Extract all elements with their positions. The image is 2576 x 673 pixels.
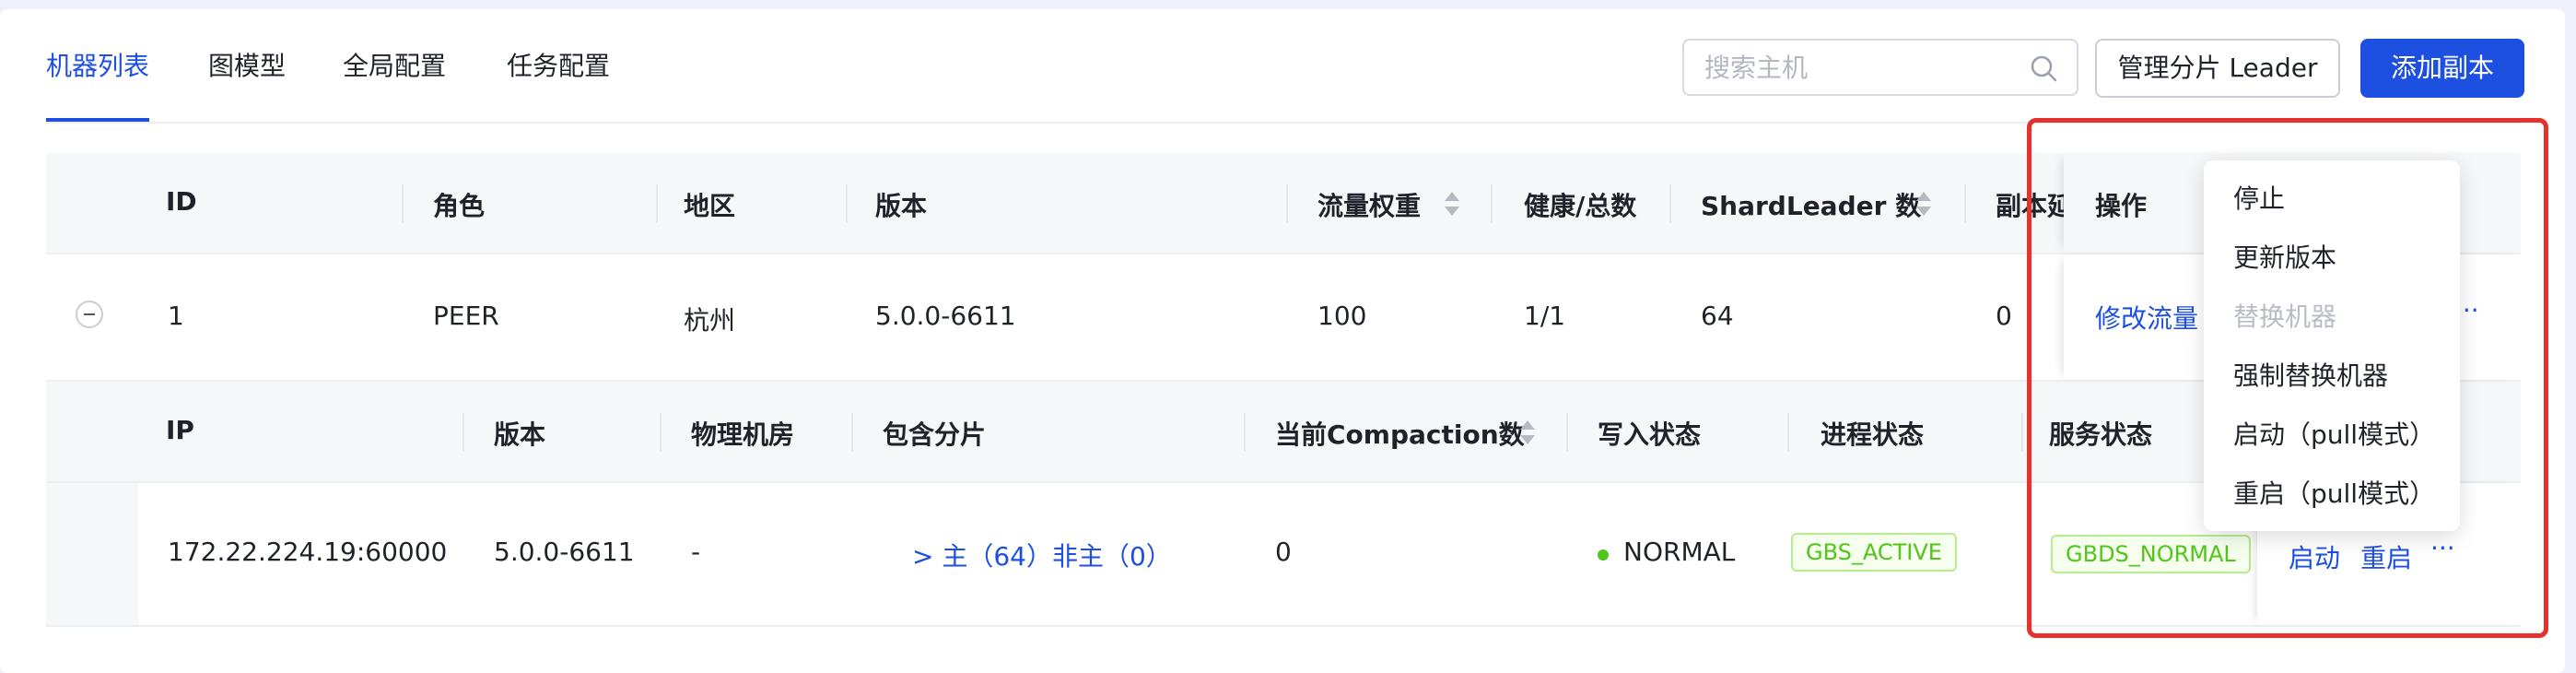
header-ops: 操作 [2095, 191, 2148, 221]
menu-item-start-pull[interactable]: 启动（pull模式） [2204, 406, 2460, 465]
header-ip: IP [166, 415, 194, 445]
add-replica-button[interactable]: 添加副本 [2360, 39, 2524, 98]
column-separator [1964, 184, 1966, 223]
header-shard-leader: ShardLeader 数 [1701, 191, 1922, 221]
main-card: 机器列表 图模型 全局配置 任务配置 管理分片 Leader 添加副本 ID 角… [0, 9, 2565, 673]
header-health: 健康/总数 [1524, 191, 1637, 221]
header-replica-delay: 副本延 [1996, 191, 2074, 221]
column-separator [1566, 413, 1568, 452]
column-separator [1787, 413, 1789, 452]
header-service-status: 服务状态 [2049, 419, 2153, 450]
header-write-status: 写入状态 [1598, 419, 1702, 450]
cell-id: 1 [168, 301, 184, 331]
cell-inner-version: 5.0.0-6611 [494, 537, 635, 567]
more-actions-icon[interactable]: ··· [2430, 533, 2455, 563]
header-traffic-weight: 流量权重 [1317, 191, 1422, 221]
tab-global-config[interactable]: 全局配置 [343, 46, 446, 124]
header-shards: 包含分片 [883, 419, 987, 450]
header-process-status: 进程状态 [1821, 419, 1925, 450]
column-separator [851, 413, 853, 452]
column-separator [660, 413, 662, 452]
cell-traffic-weight: 100 [1317, 301, 1367, 331]
column-separator [1286, 184, 1288, 223]
column-separator [1491, 184, 1493, 223]
start-link[interactable]: 启动 [2289, 538, 2340, 575]
sort-icon[interactable] [1520, 420, 1535, 446]
header-inner-version: 版本 [494, 419, 546, 450]
cell-room: - [691, 537, 701, 567]
header-role: 角色 [433, 191, 486, 221]
menu-item-restart-pull[interactable]: 重启（pull模式） [2204, 465, 2460, 524]
column-separator [656, 184, 658, 223]
cell-region: 杭州 [684, 305, 736, 336]
service-status-badge: GBDS_NORMAL [2051, 535, 2251, 573]
process-status-badge: GBS_ACTIVE [1791, 533, 1957, 572]
column-separator [2021, 413, 2023, 452]
search-input[interactable] [1704, 41, 2018, 94]
tab-graph-model[interactable]: 图模型 [208, 46, 286, 124]
cell-role: PEER [433, 301, 499, 331]
cell-shard-leader: 64 [1701, 301, 1734, 331]
menu-item-force-replace-machine[interactable]: 强制替换机器 [2204, 347, 2460, 406]
sort-icon[interactable] [1916, 192, 1931, 218]
tab-machine-list[interactable]: 机器列表 [46, 46, 149, 124]
header-compaction: 当前Compaction数 [1275, 419, 1525, 450]
modify-traffic-link[interactable]: 修改流量 [2095, 299, 2198, 336]
inner-row-indent [46, 483, 138, 625]
inner-header-indent [46, 382, 138, 483]
manage-shard-leader-button[interactable]: 管理分片 Leader [2095, 39, 2340, 98]
restart-link[interactable]: 重启 [2360, 538, 2412, 575]
cell-ip: 172.22.224.19:60000 [168, 537, 448, 567]
header-version: 版本 [875, 191, 928, 221]
shards-expand-link[interactable]: > 主（64）非主（0） [912, 537, 1172, 573]
more-actions-dropdown: 停止 更新版本 替换机器 强制替换机器 启动（pull模式） 重启（pull模式… [2204, 160, 2460, 531]
cell-compaction: 0 [1275, 537, 1292, 567]
cell-version: 5.0.0-6611 [875, 301, 1016, 331]
header-region: 地区 [684, 191, 736, 221]
collapse-row-button[interactable] [76, 301, 103, 328]
tab-task-config[interactable]: 任务配置 [507, 46, 610, 124]
menu-item-replace-machine: 替换机器 [2233, 301, 2337, 332]
column-separator [1244, 413, 1246, 452]
column-separator [402, 184, 404, 223]
column-separator [846, 184, 848, 223]
column-separator [1669, 184, 1671, 223]
menu-item-stop[interactable]: 停止 [2204, 170, 2460, 229]
cell-write-status: NORMAL [1623, 537, 1736, 567]
header-id: ID [166, 186, 197, 217]
column-separator [463, 413, 464, 452]
status-dot-icon [1598, 549, 1609, 561]
sort-icon[interactable] [1445, 192, 1459, 218]
search-icon[interactable] [2029, 53, 2058, 83]
tabs-divider [46, 122, 2521, 124]
search-box[interactable] [1682, 39, 2078, 96]
cell-health: 1/1 [1524, 301, 1566, 331]
header-room: 物理机房 [691, 419, 795, 450]
cell-replica-delay: 0 [1996, 301, 2012, 331]
menu-item-update-version[interactable]: 更新版本 [2204, 229, 2460, 288]
